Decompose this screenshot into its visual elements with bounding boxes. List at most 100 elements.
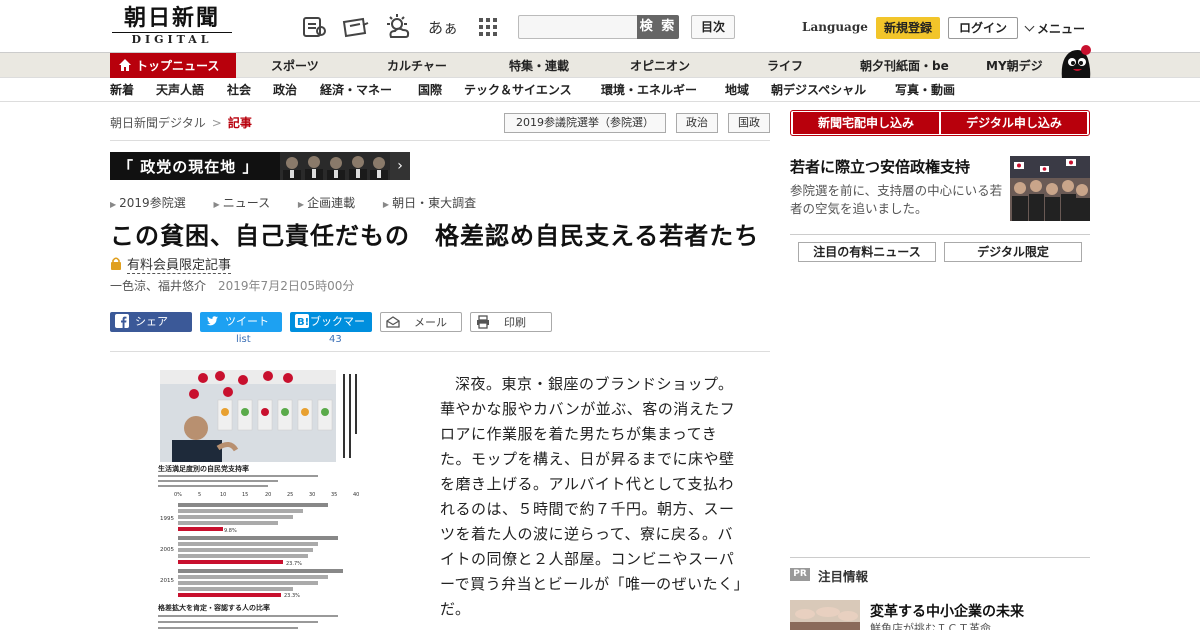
toc-button[interactable]: 目次 — [691, 15, 735, 39]
svg-text:B!: B! — [297, 317, 309, 328]
nav-item-paper[interactable]: 朝夕刊紙面・be — [860, 53, 949, 79]
figure-chart2-title: 格差拡大を肯定・容認する人の比率 — [158, 603, 270, 612]
nav2-item-photo[interactable]: 写真・動画 — [895, 78, 955, 102]
login-button[interactable]: ログイン — [948, 17, 1018, 39]
register-button[interactable]: 新規登録 — [876, 17, 940, 39]
triangle-icon: ▶ — [110, 200, 117, 209]
arrow-right-icon: › — [390, 152, 410, 180]
category-label: ニュース — [222, 196, 271, 210]
tab-paid-news[interactable]: 注目の有料ニュース — [798, 242, 936, 262]
pr-headline[interactable]: 変革する中小企業の未来 — [870, 601, 1024, 621]
series-banner[interactable]: 「 政党の現在地 」 › — [110, 152, 410, 180]
pr-subtitle: 鮮魚店が挑むＩＣＴ革命 — [870, 622, 991, 630]
mail-icon — [386, 316, 400, 328]
menu-button[interactable]: メニュー — [1024, 20, 1085, 37]
category-link[interactable]: ▶ ニュース — [214, 196, 283, 210]
search-input[interactable] — [518, 15, 638, 39]
svg-text:30: 30 — [309, 492, 315, 498]
chevron-down-icon — [1024, 21, 1035, 32]
pr-thumbnail[interactable] — [790, 600, 860, 630]
twitter-count[interactable]: list — [236, 334, 251, 345]
paid-member-label: 有料会員限定記事 — [127, 258, 232, 274]
nav2-item-special[interactable]: 朝デジスペシャル — [771, 78, 866, 102]
secondary-nav: 新着 天声人語 社会 政治 経済・マネー 国際 テック＆サイエンス 環境・エネル… — [0, 78, 1200, 102]
nav2-item-international[interactable]: 国際 — [418, 78, 442, 102]
nav2-item-society[interactable]: 社会 — [227, 78, 251, 102]
svg-text:25: 25 — [287, 492, 293, 498]
grid-icon[interactable] — [473, 12, 503, 42]
year-label: 2005 — [160, 547, 174, 553]
article-categories: ▶ 2019参院選 ▶ ニュース ▶ 企画連載 ▶ 朝日・東大調査 — [110, 194, 500, 211]
hatena-bookmark-button[interactable]: B! ブックマーク — [290, 312, 372, 348]
category-link[interactable]: ▶ 朝日・東大調査 — [383, 196, 488, 210]
value-label: 23.3% — [284, 593, 300, 599]
nav-item-culture[interactable]: カルチャー — [387, 53, 447, 79]
nav-item-my[interactable]: MY朝デジ — [986, 53, 1043, 79]
subscribe-paper-button[interactable]: 新聞宅配申し込み — [793, 112, 939, 134]
language-link[interactable]: Language — [802, 20, 868, 34]
font-size-icon[interactable]: あぁ — [428, 12, 458, 42]
svg-text:0%: 0% — [174, 492, 182, 498]
nav-top-news[interactable]: トップニュース — [110, 53, 236, 79]
primary-nav: トップニュース スポーツ カルチャー 特集・連載 オピニオン ライフ 朝夕刊紙面… — [0, 52, 1200, 79]
home-icon — [119, 59, 131, 71]
paper-icon[interactable] — [299, 12, 329, 42]
lock-icon — [111, 257, 121, 270]
print-button[interactable]: 印刷 — [470, 312, 552, 332]
mail-share-button[interactable]: メール — [380, 312, 462, 332]
svg-text:5: 5 — [198, 492, 201, 498]
nav-item-opinion[interactable]: オピニオン — [630, 53, 690, 79]
mascot-icon[interactable] — [1058, 43, 1092, 79]
triangle-icon: ▶ — [213, 200, 220, 209]
hatena-count[interactable]: 43 — [329, 334, 342, 345]
category-link[interactable]: ▶ 企画連載 — [298, 196, 367, 210]
category-label: 企画連載 — [307, 196, 356, 210]
feature-description: 参院選を前に、支持層の中心にいる若者の空気を追いました。 — [790, 183, 1003, 216]
breadcrumb-separator: > — [211, 116, 222, 130]
article-authors: 一色涼、福井悠介 — [110, 279, 207, 293]
news-icon[interactable] — [340, 12, 370, 42]
weather-icon[interactable] — [383, 12, 413, 42]
print-icon — [477, 315, 489, 329]
nav2-item-economy[interactable]: 経済・マネー — [320, 78, 392, 102]
category-link[interactable]: ▶ 2019参院選 — [110, 196, 198, 210]
paid-member-notice[interactable]: 有料会員限定記事 — [110, 254, 232, 274]
article-body: 深夜。東京・銀座のブランドショップ。華やかな服やカバンが並ぶ、客の消えたフロアに… — [440, 375, 742, 618]
subscribe-digital-button[interactable]: デジタル申し込み — [941, 112, 1087, 134]
search-button[interactable]: 検 索 — [637, 15, 679, 39]
category-label: 朝日・東大調査 — [392, 196, 477, 210]
twitter-share-label: ツイート — [225, 315, 269, 328]
nav2-item-new[interactable]: 新着 — [110, 78, 134, 102]
tab-divider — [790, 234, 1090, 235]
article-headline: この貧困、自己責任だもの 格差認め自民支える若者たち — [110, 222, 760, 250]
breadcrumb-current: 記事 — [227, 116, 252, 130]
breadcrumb-home[interactable]: 朝日新聞デジタル — [110, 116, 206, 130]
feature-title[interactable]: 若者に際立つ安倍政権支持 — [790, 156, 970, 177]
logo-sub-text: DIGITAL — [112, 32, 232, 47]
tag-national-politics[interactable]: 国政 — [728, 113, 770, 133]
site-logo[interactable]: 朝日新聞 DIGITAL — [112, 6, 232, 47]
nav2-item-region[interactable]: 地域 — [725, 78, 749, 102]
pr-badge: PR — [790, 568, 810, 581]
nav-item-life[interactable]: ライフ — [767, 53, 803, 79]
nav2-item-tenseijingo[interactable]: 天声人語 — [156, 78, 204, 102]
nav-top-news-label: トップニュース — [136, 59, 220, 73]
twitter-share-button[interactable]: ツイート — [200, 312, 282, 332]
nav2-item-environment[interactable]: 環境・エネルギー — [601, 78, 697, 102]
nav2-item-tech[interactable]: テック＆サイエンス — [464, 78, 572, 102]
triangle-icon: ▶ — [382, 200, 390, 209]
tab-digital-only[interactable]: デジタル限定 — [944, 242, 1082, 262]
facebook-share-button[interactable]: シェア — [110, 312, 192, 332]
politician-portraits — [280, 152, 390, 180]
series-banner-title: 「 政党の現在地 」 — [118, 158, 259, 176]
article-figure[interactable]: 生活満足度別の自民党支持率 0% 5 10 15 20 25 30 35 40 1995 9.8… — [158, 370, 364, 630]
value-label: 23.7% — [286, 561, 302, 567]
nav-item-features[interactable]: 特集・連載 — [509, 53, 569, 79]
tag-politics[interactable]: 政治 — [676, 113, 718, 133]
feature-photo[interactable] — [1010, 156, 1090, 221]
divider — [110, 140, 770, 141]
svg-text:15: 15 — [242, 492, 248, 498]
tag-election[interactable]: 2019参議院選挙（参院選） — [504, 113, 666, 133]
nav-item-sports[interactable]: スポーツ — [271, 53, 319, 79]
nav2-item-politics[interactable]: 政治 — [273, 78, 297, 102]
